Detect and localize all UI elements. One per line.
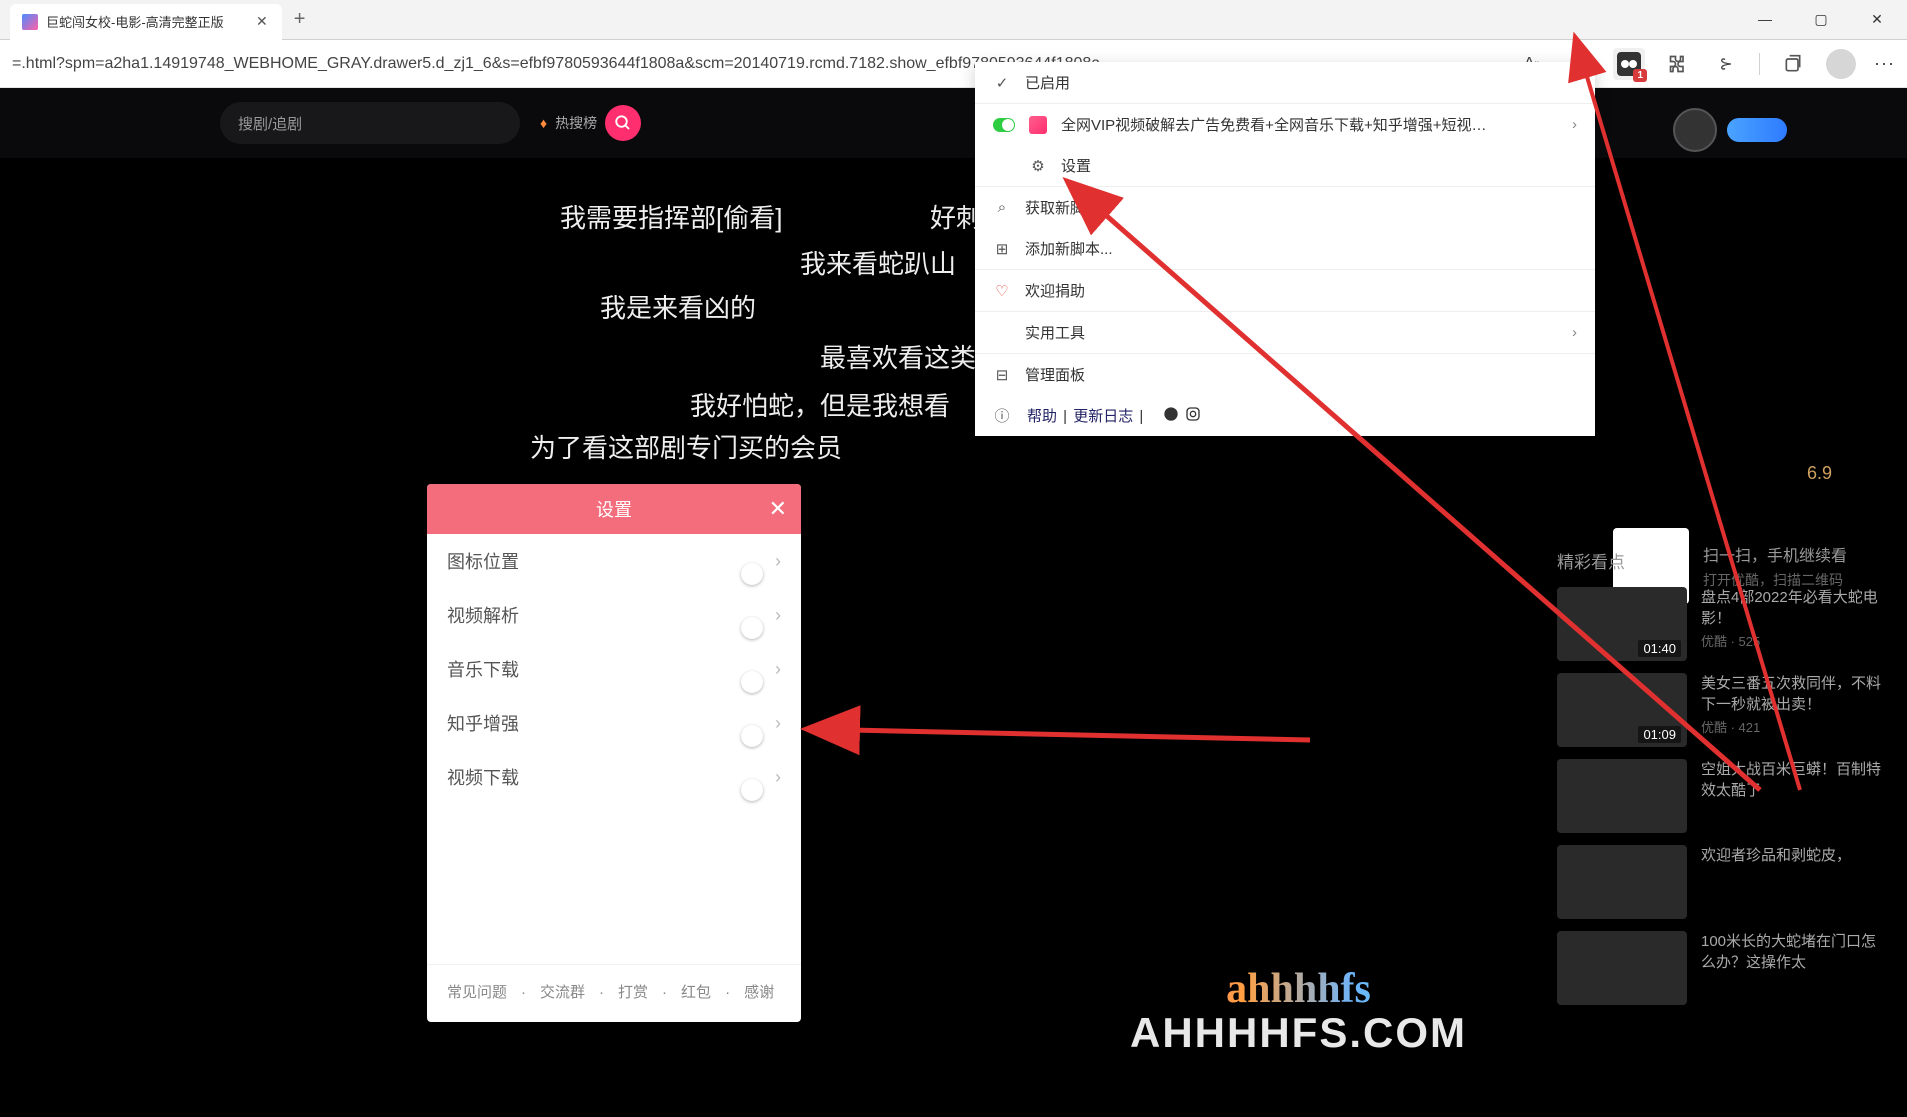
menu-utilities-row[interactable]: 实用工具 › bbox=[975, 312, 1595, 353]
user-avatar[interactable] bbox=[1673, 108, 1717, 152]
footer-link[interactable]: 常见问题 bbox=[447, 981, 507, 1002]
favorites-icon[interactable]: ⊱ bbox=[1711, 49, 1741, 79]
video-card[interactable]: 100米长的大蛇堵在门口怎么办？这操作太 bbox=[1557, 931, 1887, 1005]
toolbar-divider bbox=[1759, 53, 1760, 75]
window-controls: — ▢ ✕ bbox=[1751, 11, 1897, 28]
danmaku-comment: 最喜欢看这类 bbox=[820, 338, 976, 375]
minimize-button[interactable]: — bbox=[1751, 11, 1779, 28]
more-menu-icon[interactable]: ··· bbox=[1874, 53, 1895, 74]
instagram-icon[interactable] bbox=[1185, 406, 1201, 426]
menu-label: 获取新脚本 bbox=[1025, 197, 1100, 218]
settings-footer: 常见问题 交流群 打赏 红包 感谢 bbox=[427, 964, 801, 1022]
close-tab-icon[interactable]: ✕ bbox=[254, 11, 270, 32]
maximize-button[interactable]: ▢ bbox=[1807, 11, 1835, 28]
menu-label: 欢迎捐助 bbox=[1025, 280, 1085, 301]
settings-header: 设置 ✕ bbox=[427, 484, 801, 534]
menu-label: 全网VIP视频破解去广告免费看+全网音乐下载+知乎增强+短视… bbox=[1061, 114, 1486, 135]
help-link[interactable]: 帮助 bbox=[1027, 408, 1057, 425]
menu-label: 设置 bbox=[1061, 155, 1091, 176]
gear-icon: ⚙ bbox=[1029, 157, 1047, 175]
script-favicon bbox=[1029, 116, 1047, 134]
chevron-right-icon: › bbox=[775, 713, 781, 734]
menu-label: 管理面板 bbox=[1025, 364, 1085, 385]
chevron-right-icon: › bbox=[775, 659, 781, 680]
footer-link[interactable]: 红包 bbox=[662, 981, 711, 1002]
extension-badge: 1 bbox=[1633, 69, 1647, 82]
menu-label: 添加新脚本... bbox=[1025, 238, 1113, 259]
menu-settings-row[interactable]: ⚙ 设置 bbox=[975, 145, 1595, 186]
setting-item[interactable]: 视频解析› bbox=[427, 588, 801, 642]
menu-label: 实用工具 bbox=[1025, 322, 1085, 343]
watermark: ahhhhfs AHHHHFS.COM bbox=[1130, 965, 1467, 1057]
footer-link[interactable]: 交流群 bbox=[521, 981, 585, 1002]
danmaku-comment: 我好怕蛇，但是我想看 bbox=[690, 386, 950, 423]
menu-donate-row[interactable]: ♡ 欢迎捐助 bbox=[975, 270, 1595, 311]
menu-add-script-row[interactable]: ⊞ 添加新脚本... bbox=[975, 228, 1595, 269]
url-text[interactable]: =.html?spm=a2ha1.14919748_WEBHOME_GRAY.d… bbox=[12, 55, 1100, 73]
tab-title: 巨蛇闯女校-电影-高清完整正版 bbox=[46, 12, 246, 31]
search-placeholder: 搜剧/追剧 bbox=[238, 113, 302, 134]
video-card[interactable]: 01:09美女三番五次救同伴，不料下一秒就被出卖！优酷 · 421 bbox=[1557, 673, 1887, 747]
collections-icon[interactable] bbox=[1778, 49, 1808, 79]
chevron-right-icon: › bbox=[775, 551, 781, 572]
extension-dropdown-menu: ✓ 已启用 全网VIP视频破解去广告免费看+全网音乐下载+知乎增强+短视… › … bbox=[975, 62, 1595, 436]
menu-script-row[interactable]: 全网VIP视频破解去广告免费看+全网音乐下载+知乎增强+短视… › bbox=[975, 104, 1595, 145]
right-rail-title: 精彩看点 bbox=[1557, 548, 1887, 573]
chevron-right-icon: › bbox=[775, 605, 781, 626]
video-card[interactable]: 欢迎者珍品和剥蛇皮， bbox=[1557, 845, 1887, 919]
search-input[interactable]: 搜剧/追剧 bbox=[220, 102, 520, 144]
site-header-strip: 搜剧/追剧 ♦ 热搜榜 bbox=[0, 88, 1907, 158]
video-card[interactable]: 空姐大战百米巨蟒！百制特效太酷了 bbox=[1557, 759, 1887, 833]
danmaku-comment: 我是来看凶的 bbox=[600, 288, 756, 325]
dashboard-icon: ⊟ bbox=[993, 366, 1011, 384]
danmaku-comment: 为了看这部剧专门买的会员 bbox=[530, 428, 842, 465]
video-rating: 6.9 bbox=[1807, 463, 1832, 484]
vip-badge[interactable] bbox=[1727, 118, 1787, 142]
github-icon[interactable] bbox=[1163, 406, 1179, 426]
heart-icon: ♡ bbox=[993, 282, 1011, 300]
new-tab-button[interactable]: + bbox=[294, 8, 306, 31]
check-icon: ✓ bbox=[993, 74, 1011, 92]
tab-favicon bbox=[22, 14, 38, 30]
menu-dashboard-row[interactable]: ⊟ 管理面板 bbox=[975, 354, 1595, 395]
settings-title: 设置 bbox=[596, 496, 632, 522]
video-page-area: 搜剧/追剧 ♦ 热搜榜 我需要指挥部[偷看] 好刺 我来看蛇趴山 我是来看凶的 … bbox=[0, 88, 1907, 1117]
browser-tab-bar: 巨蛇闯女校-电影-高清完整正版 ✕ + — ▢ ✕ bbox=[0, 0, 1907, 40]
profile-avatar[interactable] bbox=[1826, 49, 1856, 79]
video-card[interactable]: 01:40盘点4部2022年必看大蛇电影！优酷 · 525 bbox=[1557, 587, 1887, 661]
menu-label: 已启用 bbox=[1025, 72, 1070, 93]
close-icon[interactable]: ✕ bbox=[769, 496, 787, 522]
extensions-icon[interactable] bbox=[1663, 49, 1693, 79]
hot-search-label[interactable]: 热搜榜 bbox=[555, 113, 597, 133]
menu-get-scripts-row[interactable]: ⌕ 获取新脚本 bbox=[975, 187, 1595, 228]
setting-item[interactable]: 音乐下载› bbox=[427, 642, 801, 696]
setting-item[interactable]: 视频下载› bbox=[427, 750, 801, 804]
search-button[interactable] bbox=[605, 105, 641, 141]
menu-enabled-row[interactable]: ✓ 已启用 bbox=[975, 62, 1595, 103]
danmaku-comment: 我来看蛇趴山 bbox=[800, 244, 956, 281]
changelog-link[interactable]: 更新日志 bbox=[1073, 408, 1133, 425]
address-bar-row: =.html?spm=a2ha1.14919748_WEBHOME_GRAY.d… bbox=[0, 40, 1907, 88]
close-window-button[interactable]: ✕ bbox=[1863, 11, 1891, 28]
setting-item[interactable]: 图标位置› bbox=[427, 534, 801, 588]
plus-icon: ⊞ bbox=[993, 240, 1011, 258]
script-toggle[interactable] bbox=[993, 118, 1015, 132]
chevron-right-icon: › bbox=[1572, 116, 1577, 133]
setting-item[interactable]: 知乎增强› bbox=[427, 696, 801, 750]
right-rail: 精彩看点 01:40盘点4部2022年必看大蛇电影！优酷 · 525 01:09… bbox=[1557, 548, 1887, 1017]
tampermonkey-extension-icon[interactable]: 1 bbox=[1613, 48, 1645, 80]
search-icon: ⌕ bbox=[993, 199, 1011, 217]
browser-tab[interactable]: 巨蛇闯女校-电影-高清完整正版 ✕ bbox=[10, 4, 282, 40]
footer-link[interactable]: 打赏 bbox=[599, 981, 648, 1002]
info-icon: ⓘ bbox=[993, 407, 1011, 425]
footer-link[interactable]: 感谢 bbox=[725, 981, 774, 1002]
chevron-right-icon: › bbox=[1572, 324, 1577, 341]
script-settings-panel: 设置 ✕ 图标位置› 视频解析› 音乐下载› 知乎增强› 视频下载› 常见问题 … bbox=[427, 484, 801, 1022]
danmaku-comment: 我需要指挥部[偷看] bbox=[560, 198, 782, 235]
chevron-right-icon: › bbox=[775, 767, 781, 788]
menu-help-row: ⓘ 帮助 | 更新日志 | bbox=[975, 395, 1595, 436]
